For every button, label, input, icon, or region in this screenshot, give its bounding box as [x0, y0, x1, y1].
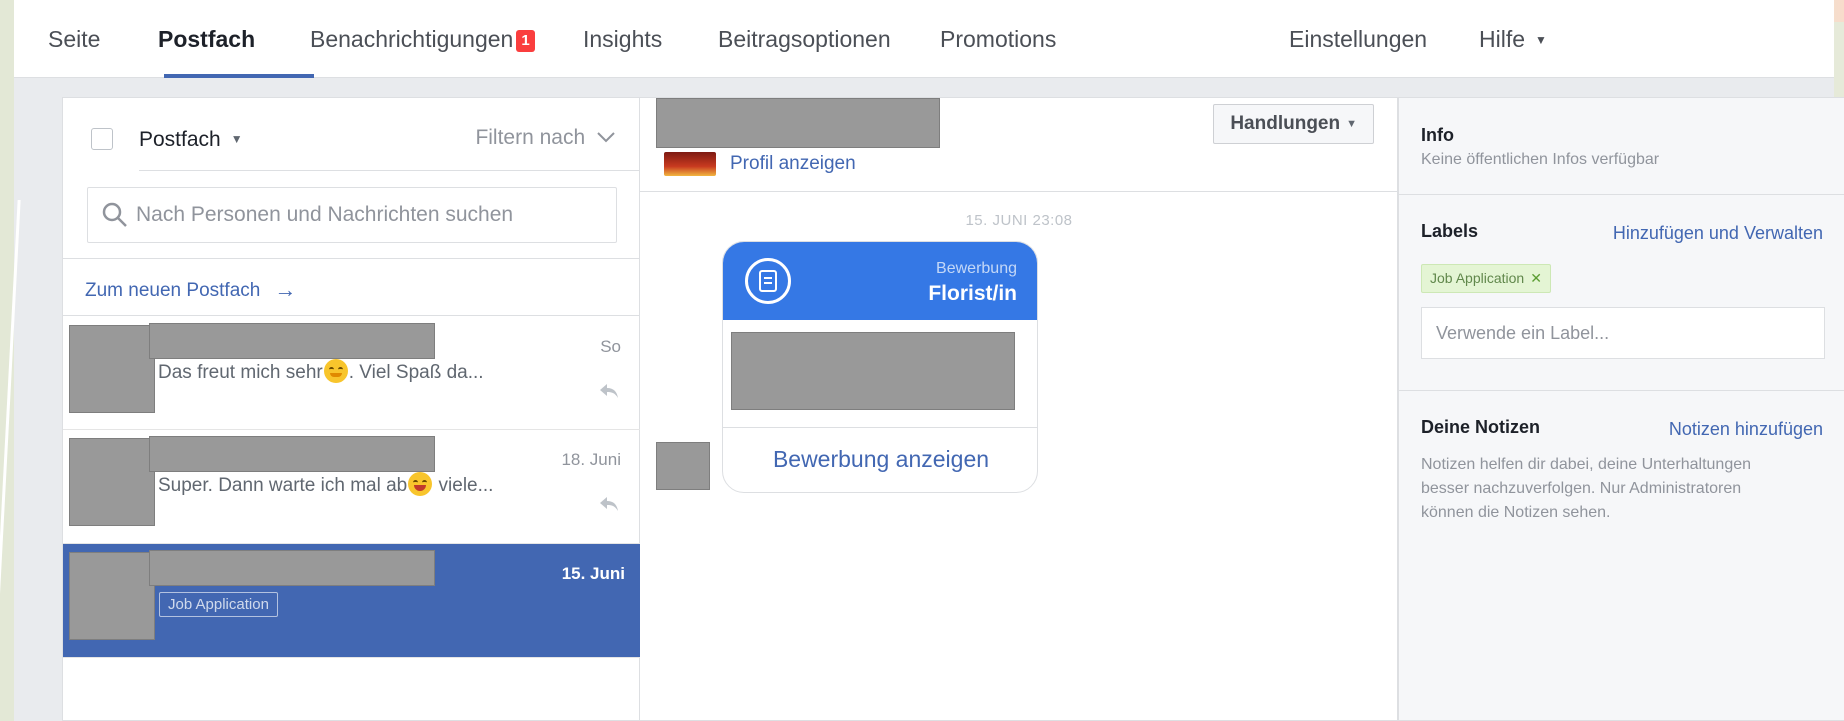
divider	[723, 427, 1037, 428]
inbox-header: Postfach ▼ Filtern nach	[63, 98, 679, 258]
reply-arrow-icon	[600, 384, 618, 398]
nav-tab-insights[interactable]: Insights	[583, 26, 662, 53]
info-title: Info	[1421, 125, 1454, 145]
redacted-avatar	[69, 552, 155, 640]
nav-tab-benachrichtigungen[interactable]: Benachrichtigungen 1	[310, 26, 535, 53]
reply-arrow-icon	[600, 497, 618, 511]
label-chip-text: Job Application	[1430, 270, 1525, 286]
caret-down-icon: ▼	[1346, 118, 1357, 130]
add-notes-link[interactable]: Notizen hinzufügen	[1669, 419, 1823, 440]
labels-title: Labels	[1421, 221, 1479, 241]
actions-label: Handlungen	[1230, 113, 1341, 134]
search-icon	[102, 202, 127, 227]
search-box	[87, 187, 617, 243]
nav-tab-label: Hilfe	[1479, 26, 1526, 52]
conversation-item[interactable]: Super. Dann warte ich mal ab viele... 18…	[63, 430, 641, 544]
labels-section: Labels Hinzufügen und Verwalten Job Appl…	[1399, 195, 1844, 391]
nav-tab-postfach[interactable]: Postfach	[158, 26, 255, 53]
active-tab-indicator	[164, 74, 314, 78]
conversation-time: So	[600, 337, 621, 356]
profile-link[interactable]: Profil anzeigen	[730, 153, 856, 175]
redacted-avatar	[69, 325, 155, 413]
left-background-strip	[0, 0, 21, 721]
application-card-header: Bewerbung Florist/in	[723, 242, 1037, 320]
message-preview: Super. Dann warte ich mal ab viele...	[158, 472, 493, 497]
notification-badge: 1	[516, 30, 535, 52]
preview-text: viele...	[433, 475, 494, 496]
conversation-item[interactable]: Das freut mich sehr . Viel Spaß da... So	[63, 317, 641, 430]
redacted-name	[149, 323, 435, 359]
search-input[interactable]	[136, 198, 606, 232]
info-text: Keine öffentlichen Infos verfügbar	[1421, 151, 1660, 168]
view-application-button[interactable]: Bewerbung anzeigen	[723, 446, 1037, 473]
select-all-checkbox[interactable]	[91, 128, 113, 150]
nav-tab-promotions[interactable]: Promotions	[940, 26, 1056, 53]
notes-title: Deine Notizen	[1421, 417, 1541, 437]
conversation-panel: Profil anzeigen Handlungen ▼ 15. JUNI 23:…	[640, 97, 1398, 721]
redacted-name	[149, 550, 435, 586]
chevron-down-icon	[597, 132, 615, 143]
remove-label-icon[interactable]: ✕	[1530, 270, 1542, 286]
nav-tab-hilfe[interactable]: Hilfe ▼	[1479, 26, 1547, 53]
filter-label: Filtern nach	[475, 126, 586, 149]
preview-text: Super. Dann warte ich mal ab	[158, 475, 408, 496]
new-inbox-link[interactable]: Zum neuen Postfach →	[85, 277, 296, 303]
conversation-item[interactable]	[63, 658, 641, 721]
conversation-time: 15. Juni	[561, 564, 625, 583]
smiling-face-emoji-icon	[323, 359, 348, 383]
arrow-right-icon: →	[274, 277, 297, 302]
page-top-nav: Seite Postfach Benachrichtigungen 1 Insig…	[14, 0, 1834, 78]
inbox-dropdown[interactable]: Postfach ▼	[139, 128, 243, 152]
redacted-contact-name	[656, 98, 940, 148]
divider	[139, 170, 679, 171]
profile-thumbnail	[664, 152, 716, 176]
document-icon	[745, 258, 791, 304]
application-card: Bewerbung Florist/in Bewerbung anzeigen	[722, 241, 1038, 493]
nav-tab-einstellungen[interactable]: Einstellungen	[1289, 26, 1427, 53]
caret-down-icon: ▼	[230, 132, 243, 146]
nav-tab-label: Benachrichtigungen	[310, 26, 514, 52]
new-inbox-banner: Zum neuen Postfach →	[63, 258, 641, 316]
actions-dropdown-button[interactable]: Handlungen ▼	[1213, 104, 1374, 144]
info-section: Info Keine öffentlichen Infos verfügbar	[1399, 98, 1844, 195]
manage-labels-link[interactable]: Hinzufügen und Verwalten	[1613, 223, 1823, 244]
nav-tab-seite[interactable]: Seite	[48, 26, 100, 53]
application-card-kicker: Bewerbung	[936, 260, 1017, 277]
info-sidebar: Info Keine öffentlichen Infos verfügbar …	[1398, 97, 1844, 721]
label-chip: Job Application ✕	[1421, 264, 1551, 293]
conversation-time: 18. Juni	[561, 450, 621, 469]
preview-text: . Viel Spaß da...	[348, 362, 484, 383]
label-input[interactable]	[1421, 307, 1825, 359]
notes-help-text: Notizen helfen dir dabei, deine Unterhal…	[1421, 456, 1752, 521]
message-preview: Das freut mich sehr . Viel Spaß da...	[158, 359, 484, 384]
conversation-label-tag: Job Application	[159, 592, 278, 617]
redacted-avatar	[69, 438, 155, 526]
application-card-title: Florist/in	[928, 282, 1017, 305]
caret-down-icon: ▼	[1535, 33, 1547, 47]
filter-dropdown[interactable]: Filtern nach	[475, 126, 615, 150]
nav-tab-beitragsoptionen[interactable]: Beitragsoptionen	[718, 26, 891, 53]
notes-section: Deine Notizen Notizen hinzufügen Notizen…	[1399, 391, 1844, 721]
inbox-dropdown-label: Postfach	[139, 128, 221, 151]
redacted-name	[149, 436, 435, 472]
redacted-card-content	[731, 332, 1015, 410]
message-timestamp: 15. JUNI 23:08	[965, 212, 1073, 229]
inbox-panel: Postfach ▼ Filtern nach Zum neuen Postfac…	[62, 97, 679, 721]
new-inbox-link-label: Zum neuen Postfach	[85, 280, 261, 301]
grinning-sweat-face-emoji-icon	[408, 472, 433, 496]
redacted-sender-avatar	[656, 442, 710, 490]
conversation-header: Profil anzeigen Handlungen ▼	[640, 98, 1398, 192]
preview-text: Das freut mich sehr	[158, 362, 323, 383]
conversation-item-selected[interactable]: Job Application 15. Juni	[63, 544, 641, 658]
